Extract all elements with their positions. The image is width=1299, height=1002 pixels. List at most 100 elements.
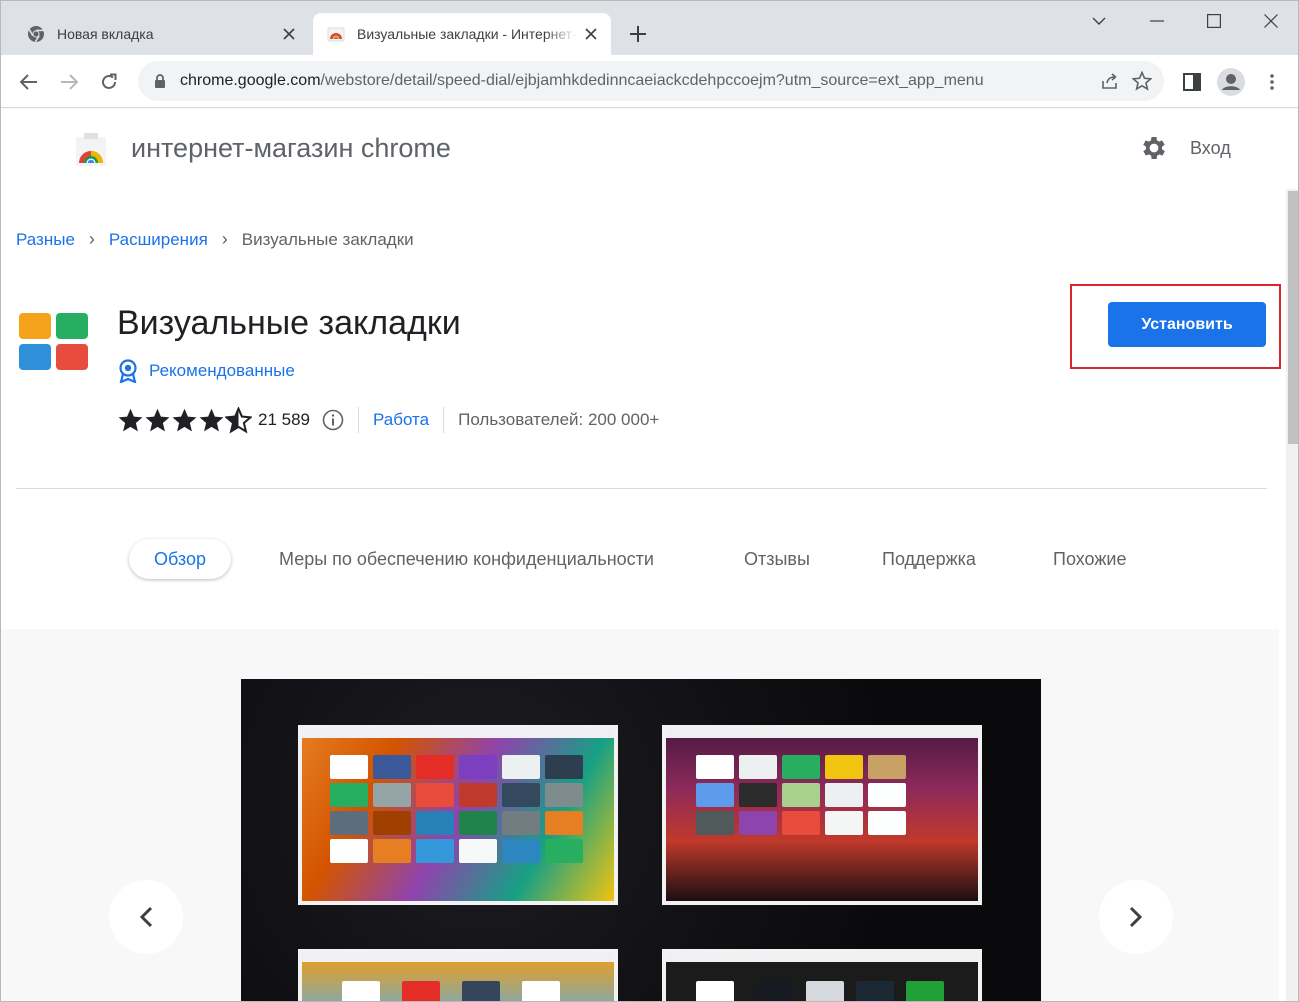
tab-related[interactable]: Похожие	[1053, 539, 1126, 579]
star-outline-icon	[1132, 71, 1152, 91]
screenshot-preview	[298, 725, 618, 905]
side-panel-button[interactable]	[1176, 66, 1208, 98]
mini-tile	[696, 811, 734, 835]
tab-webstore[interactable]: Визуальные закладки - Интернет-магазин C…	[313, 13, 611, 55]
install-button[interactable]: Установить	[1108, 302, 1266, 347]
mini-tile	[502, 839, 540, 863]
category-link[interactable]: Работа	[373, 410, 429, 430]
mini-toolbar	[666, 729, 978, 738]
rating-count[interactable]: 21 589	[258, 410, 310, 430]
mini-tile	[502, 755, 540, 779]
mini-tile	[416, 755, 454, 779]
mini-tile	[459, 839, 497, 863]
mini-tile	[545, 783, 583, 807]
mini-tile	[825, 783, 863, 807]
menu-button[interactable]	[1256, 66, 1288, 98]
gallery-prev-button[interactable]	[109, 880, 183, 954]
star-icon	[145, 408, 170, 431]
share-icon	[1102, 73, 1117, 89]
mini-tile	[459, 811, 497, 835]
mini-tile	[342, 981, 380, 1001]
mini-tile	[856, 981, 894, 1001]
signin-link[interactable]: Вход	[1190, 138, 1231, 159]
gear-icon[interactable]	[1139, 133, 1169, 163]
mini-tile	[402, 981, 440, 1001]
tab-new-tab[interactable]: Новая вкладка	[13, 13, 309, 55]
featured-badge[interactable]: Рекомендованные	[117, 359, 295, 383]
mini-tile	[825, 755, 863, 779]
chevron-right-icon	[1129, 906, 1143, 928]
arrow-right-icon	[61, 74, 78, 90]
mini-tile	[868, 755, 906, 779]
tab-title: Новая вкладка	[57, 26, 154, 42]
mini-tile	[330, 783, 368, 807]
tab-privacy[interactable]: Меры по обеспечению конфиденциальности	[279, 539, 654, 579]
mini-tile	[330, 811, 368, 835]
close-tab-icon[interactable]	[275, 20, 303, 48]
mini-tile	[868, 783, 906, 807]
main-content: Разные › Расширения › Визуальные закладк…	[1, 189, 1286, 1001]
tab-search-button[interactable]	[1071, 1, 1127, 41]
url-path: /webstore/detail/speed-dial/ejbjamhkdedi…	[320, 72, 984, 89]
mini-tile	[782, 783, 820, 807]
side-panel-icon	[1183, 73, 1201, 91]
avatar-icon	[1217, 68, 1245, 96]
bookmark-star-button[interactable]	[1126, 65, 1158, 97]
info-icon[interactable]	[322, 409, 344, 431]
meta-separator	[358, 407, 359, 433]
section-divider	[16, 488, 1267, 489]
chrome-icon	[28, 26, 44, 43]
breadcrumb: Разные › Расширения › Визуальные закладк…	[16, 229, 414, 250]
mini-tile	[462, 981, 500, 1001]
address-bar[interactable]: chrome.google.com/webstore/detail/speed-…	[138, 61, 1164, 101]
tab-title: Визуальные закладки - Интернет-магазин C…	[357, 26, 577, 42]
breadcrumb-link[interactable]: Разные	[16, 230, 75, 250]
mini-tile	[545, 811, 583, 835]
breadcrumb-link[interactable]: Расширения	[109, 230, 208, 250]
scrollbar-thumb[interactable]	[1288, 191, 1298, 444]
mini-tile	[459, 783, 497, 807]
lock-icon[interactable]	[152, 73, 168, 89]
tab-overview[interactable]: Обзор	[129, 539, 231, 579]
minimize-button[interactable]	[1129, 1, 1185, 41]
back-button[interactable]	[13, 66, 45, 98]
webstore-logo-icon[interactable]	[75, 133, 107, 167]
webstore-icon	[327, 27, 345, 42]
close-window-button[interactable]	[1243, 1, 1298, 41]
mini-tile	[825, 811, 863, 835]
gallery-next-button[interactable]	[1099, 880, 1173, 954]
mini-tile	[739, 783, 777, 807]
screenshot-preview	[662, 949, 982, 1001]
mini-tile	[739, 755, 777, 779]
reload-button[interactable]	[93, 66, 125, 98]
rating-stars[interactable]	[117, 406, 252, 434]
tab-support[interactable]: Поддержка	[882, 539, 976, 579]
share-button[interactable]	[1094, 65, 1126, 97]
mini-tile	[459, 755, 497, 779]
maximize-icon	[1207, 14, 1221, 28]
tab-strip: Новая вкладка Визуальные закладки - Инте…	[1, 1, 1298, 55]
close-tab-icon[interactable]	[577, 20, 605, 48]
mini-tile	[782, 755, 820, 779]
chevron-down-icon	[1092, 17, 1106, 25]
profile-button[interactable]	[1215, 66, 1247, 98]
screenshot-preview	[298, 949, 618, 1001]
url-text[interactable]: chrome.google.com/webstore/detail/speed-…	[180, 72, 1094, 90]
arrow-left-icon	[20, 74, 37, 90]
mini-tile	[373, 755, 411, 779]
maximize-button[interactable]	[1186, 1, 1242, 41]
user-count: Пользователей: 200 000+	[458, 410, 660, 429]
extension-title: Визуальные закладки	[117, 304, 461, 342]
breadcrumb-separator: ›	[88, 229, 95, 249]
tab-reviews[interactable]: Отзывы	[744, 539, 810, 579]
new-tab-button[interactable]	[623, 20, 653, 48]
breadcrumb-separator: ›	[221, 229, 228, 249]
star-icon	[199, 408, 224, 431]
store-title[interactable]: интернет-магазин chrome	[131, 133, 451, 164]
screenshot-preview	[662, 725, 982, 905]
mini-tile	[502, 783, 540, 807]
store-header: интернет-магазин chrome Вход	[1, 109, 1298, 189]
mini-tile	[373, 839, 411, 863]
forward-button[interactable]	[53, 66, 85, 98]
star-half-icon	[225, 406, 252, 434]
